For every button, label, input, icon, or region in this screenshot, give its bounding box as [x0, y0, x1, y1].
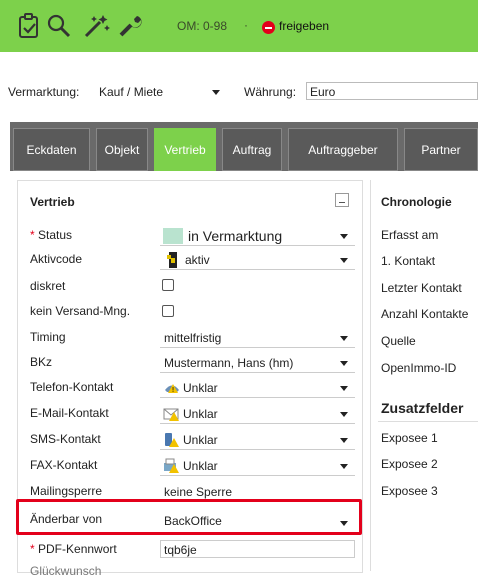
- email-kontakt-label: E-Mail-Kontakt: [30, 406, 109, 420]
- currency-select[interactable]: Euro: [306, 82, 478, 100]
- erfasst-am-label: Erfasst am: [381, 228, 439, 242]
- object-number: OM: 0-98: [177, 19, 228, 33]
- mailingsperre-value: keine Sperre: [164, 485, 233, 499]
- letzter-kontakt-label: Letzter Kontakt: [381, 281, 462, 295]
- filter-bar: Vermarktung: Kauf / Miete Währung: Euro: [0, 78, 478, 106]
- release-button[interactable]: freigeben: [279, 19, 329, 33]
- quelle-label: Quelle: [381, 334, 416, 348]
- chevron-down-icon: [340, 438, 348, 443]
- pdf-kennwort-label: * PDF-Kennwort: [30, 542, 117, 556]
- divider: [160, 269, 355, 270]
- bkz-select[interactable]: Mustermann, Hans (hm): [160, 353, 355, 371]
- tab-objekt[interactable]: Objekt: [96, 128, 148, 171]
- kein-versand-label: kein Versand-Mng.: [30, 304, 131, 318]
- tab-strip: Eckdaten Objekt Vertrieb Auftrag Auftrag…: [10, 122, 478, 171]
- pdf-kennwort-input[interactable]: tqb6je: [160, 540, 355, 558]
- magic-wand-icon[interactable]: [83, 13, 111, 39]
- clipboard-check-icon[interactable]: [17, 13, 41, 39]
- chevron-down-icon: [340, 234, 348, 239]
- exposee-2-label: Exposee 2: [381, 457, 438, 471]
- marketing-value: Kauf / Miete: [99, 85, 164, 99]
- bkz-value: Mustermann, Hans (hm): [164, 356, 294, 370]
- sms-kontakt-select[interactable]: Unklar: [160, 430, 355, 448]
- sms-contact-icon: [165, 433, 179, 447]
- mailingsperre-select[interactable]: keine Sperre: [160, 482, 355, 500]
- zusatzfelder-title: Zusatzfelder: [381, 400, 464, 416]
- chronologie-title: Chronologie: [381, 195, 452, 209]
- timing-label: Timing: [30, 330, 66, 344]
- chevron-down-icon: [340, 386, 348, 391]
- tab-auftrag[interactable]: Auftrag: [222, 128, 282, 171]
- currency-label: Währung:: [244, 85, 297, 99]
- exposee-1-label: Exposee 1: [381, 431, 438, 445]
- vertrieb-title: Vertrieb: [30, 195, 75, 209]
- erster-kontakt-label: 1. Kontakt: [381, 254, 436, 268]
- kein-versand-checkbox[interactable]: [162, 305, 174, 317]
- divider: [160, 347, 355, 348]
- release-status-icon[interactable]: [262, 21, 275, 34]
- divider: [160, 397, 355, 398]
- aktivcode-label: Aktivcode: [30, 252, 83, 266]
- status-label: * Status: [30, 228, 73, 242]
- chevron-down-icon: [340, 412, 348, 417]
- separator: ·: [244, 18, 248, 32]
- fax-kontakt-value: Unklar: [183, 459, 218, 473]
- divider: [160, 449, 355, 450]
- currency-value: Euro: [310, 85, 336, 99]
- timing-select[interactable]: mittelfristig: [160, 328, 355, 346]
- fax-contact-icon: [164, 458, 179, 473]
- tab-partner[interactable]: Partner: [404, 128, 478, 171]
- diskret-label: diskret: [30, 279, 66, 293]
- aktivcode-select[interactable]: aktiv: [160, 250, 355, 268]
- fax-kontakt-select[interactable]: Unklar: [160, 456, 355, 474]
- exposee-3-label: Exposee 3: [381, 484, 438, 498]
- tab-auftraggeber[interactable]: Auftraggeber: [288, 128, 398, 171]
- chevron-down-icon: [212, 90, 220, 95]
- anzahl-kontakte-label: Anzahl Kontakte: [381, 307, 469, 321]
- tab-eckdaten[interactable]: Eckdaten: [13, 128, 90, 171]
- wrench-icon[interactable]: [117, 13, 143, 39]
- divider: [160, 245, 355, 246]
- marketing-select[interactable]: Kauf / Miete: [95, 82, 227, 100]
- chevron-down-icon: [340, 361, 348, 366]
- top-toolbar: OM: 0-98 · freigeben: [0, 0, 478, 52]
- sms-kontakt-label: SMS-Kontakt: [30, 432, 101, 446]
- status-color-swatch-icon: [163, 228, 183, 244]
- highlight-box: [16, 499, 362, 535]
- telefon-kontakt-select[interactable]: ! Unklar: [160, 378, 355, 396]
- minimize-icon[interactable]: [335, 193, 349, 207]
- timing-value: mittelfristig: [164, 331, 222, 345]
- diskret-checkbox[interactable]: [162, 279, 174, 291]
- fax-kontakt-label: FAX-Kontakt: [30, 458, 98, 472]
- marketing-label: Vermarktung:: [8, 85, 80, 99]
- tab-vertrieb[interactable]: Vertrieb: [154, 128, 216, 171]
- svg-text:!: !: [172, 386, 175, 394]
- magnifier-icon[interactable]: [46, 13, 72, 39]
- telefon-kontakt-value: Unklar: [183, 381, 218, 395]
- glueckwunsch-label: Glückwunsch: [30, 564, 102, 578]
- telefon-kontakt-label: Telefon-Kontakt: [30, 380, 114, 394]
- email-contact-icon: [163, 408, 179, 421]
- sms-kontakt-value: Unklar: [183, 433, 218, 447]
- traffic-light-icon: [167, 252, 177, 268]
- status-select[interactable]: in Vermarktung: [160, 226, 355, 244]
- bkz-label: BKz: [30, 355, 53, 369]
- pdf-kennwort-value: tqb6je: [164, 543, 197, 557]
- chevron-down-icon: [340, 258, 348, 263]
- openimmo-id-label: OpenImmo-ID: [381, 361, 457, 375]
- email-kontakt-value: Unklar: [183, 407, 218, 421]
- aktivcode-value: aktiv: [185, 253, 210, 267]
- phone-contact-icon: !: [165, 384, 179, 394]
- divider: [378, 421, 478, 422]
- divider: [160, 475, 355, 476]
- divider: [160, 423, 355, 424]
- chevron-down-icon: [340, 464, 348, 469]
- email-kontakt-select[interactable]: Unklar: [160, 404, 355, 422]
- divider: [160, 372, 355, 373]
- chevron-down-icon: [340, 336, 348, 341]
- status-value: in Vermarktung: [188, 228, 283, 244]
- mailingsperre-label: Mailingsperre: [30, 484, 103, 498]
